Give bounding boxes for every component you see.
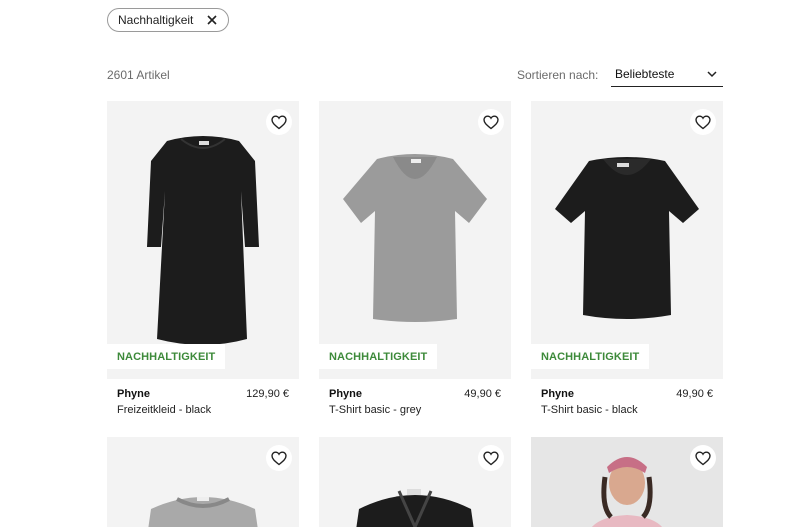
product-image[interactable]: NACHHALTIGKEIT bbox=[531, 101, 723, 379]
black-tshirt-image bbox=[555, 157, 699, 319]
heart-icon[interactable] bbox=[478, 445, 504, 471]
heart-icon[interactable] bbox=[266, 445, 292, 471]
product-image[interactable]: NACHHALTIGKEIT bbox=[107, 101, 299, 379]
sustainability-badge: NACHHALTIGKEIT bbox=[319, 344, 438, 369]
product-image[interactable] bbox=[531, 437, 723, 527]
product-card[interactable]: NACHHALTIGKEIT Phyne 49,90 € T-Shirt bas… bbox=[531, 101, 723, 423]
product-card[interactable]: NACHHALTIGKEIT Phyne 49,90 € T-Shirt bas… bbox=[319, 101, 511, 423]
heart-icon[interactable] bbox=[266, 109, 292, 135]
close-icon[interactable] bbox=[202, 10, 222, 30]
product-brand: Phyne bbox=[117, 388, 151, 400]
product-card[interactable] bbox=[319, 437, 511, 527]
product-price: 129,90 € bbox=[246, 388, 289, 400]
sort-select[interactable]: Beliebteste bbox=[611, 62, 723, 87]
sustainability-badge: NACHHALTIGKEIT bbox=[107, 344, 226, 369]
heart-icon[interactable] bbox=[478, 109, 504, 135]
sort-label: Sortieren nach: bbox=[517, 68, 599, 82]
product-card[interactable] bbox=[531, 437, 723, 527]
product-name: T-Shirt basic - black bbox=[541, 404, 638, 416]
result-count: 2601 Artikel bbox=[107, 68, 170, 82]
product-name: Freizeitkleid - black bbox=[117, 404, 212, 416]
product-image[interactable] bbox=[319, 437, 511, 527]
sort-selected-value: Beliebteste bbox=[615, 67, 675, 81]
product-brand: Phyne bbox=[329, 388, 363, 400]
heart-icon[interactable] bbox=[690, 445, 716, 471]
product-image[interactable]: NACHHALTIGKEIT bbox=[319, 101, 511, 379]
product-price: 49,90 € bbox=[676, 388, 713, 400]
chevron-down-icon bbox=[707, 71, 717, 78]
filter-chip-nachhaltigkeit[interactable]: Nachhaltigkeit bbox=[107, 8, 229, 32]
grey-tshirt-image bbox=[343, 154, 487, 322]
product-card[interactable] bbox=[107, 437, 299, 527]
filter-chip-label: Nachhaltigkeit bbox=[118, 13, 194, 27]
heart-icon[interactable] bbox=[690, 109, 716, 135]
black-dress-image bbox=[147, 136, 259, 345]
product-image[interactable] bbox=[107, 437, 299, 527]
product-price: 49,90 € bbox=[464, 388, 501, 400]
product-brand: Phyne bbox=[541, 388, 575, 400]
sustainability-badge: NACHHALTIGKEIT bbox=[531, 344, 650, 369]
product-card[interactable]: NACHHALTIGKEIT Phyne 129,90 € Freizeitkl… bbox=[107, 101, 299, 423]
product-name: T-Shirt basic - grey bbox=[329, 404, 422, 416]
